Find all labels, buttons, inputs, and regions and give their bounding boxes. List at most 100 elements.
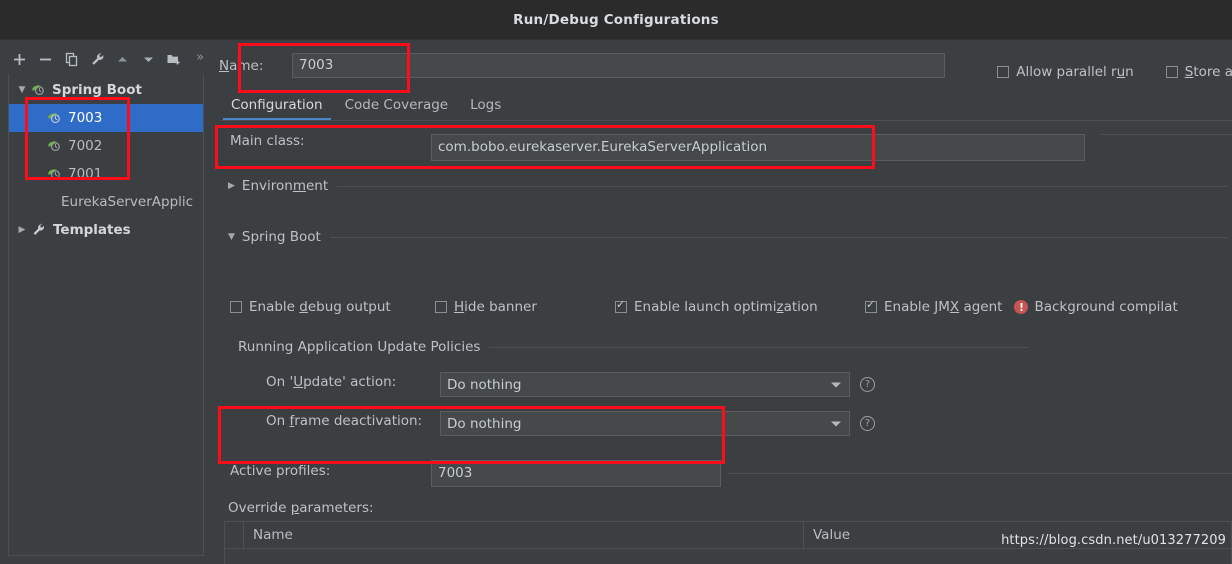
checkbox-box (230, 301, 242, 313)
dialog-title: Run/Debug Configurations (513, 12, 719, 28)
main-class-label: Main class: (230, 133, 305, 149)
active-profiles-input[interactable]: 7003 (431, 460, 721, 487)
configuration-tab-content: Main class: com.bobo.eurekaserver.Eureka… (220, 121, 1232, 564)
override-parameters-row: Override parameters: (228, 500, 374, 516)
spring-boot-icon (47, 111, 65, 125)
store-as-label: Store a (1184, 64, 1232, 80)
active-profiles-row: Active profiles: (230, 463, 330, 479)
checkbox-box (865, 298, 877, 313)
on-update-action-value: Do nothing (447, 376, 522, 393)
tree-node-7001[interactable]: 7001 (9, 160, 203, 188)
spring-boot-icon (47, 139, 65, 153)
enable-debug-output-label: Enable debug output (249, 299, 391, 315)
checkbox-box (615, 298, 627, 313)
tab-configuration[interactable]: Configuration (220, 97, 334, 120)
environment-section-header[interactable]: ▶ Environment (228, 178, 1228, 194)
tab-logs[interactable]: Logs (459, 97, 512, 120)
active-profiles-label: Active profiles: (230, 463, 331, 479)
on-frame-deactivation-value: Do nothing (447, 415, 522, 432)
tree-node-label: EurekaServerApplic (61, 194, 194, 210)
checkbox-box (1165, 66, 1178, 78)
allow-parallel-run-label: Allow parallel run (1016, 64, 1134, 80)
section-rule (329, 236, 1228, 238)
table-header-name[interactable]: Name (244, 522, 804, 548)
tree-node-templates[interactable]: ▶ Templates (9, 216, 203, 244)
move-down-icon[interactable] (137, 47, 161, 71)
on-update-action-label: On 'Update' action: (266, 374, 397, 390)
chevron-down-icon[interactable]: ▼ (15, 85, 29, 95)
tree-node-label: 7001 (68, 166, 103, 182)
tree-node-label: 7002 (68, 138, 103, 154)
hide-banner-label: Hide banner (454, 299, 537, 315)
main-class-row-filler (1100, 134, 1232, 161)
tree-node-7003[interactable]: 7003 (9, 104, 203, 132)
error-icon: ! (1014, 300, 1029, 314)
chevron-right-icon[interactable]: ▶ (228, 181, 235, 191)
wrench-icon (31, 223, 49, 237)
on-frame-deactivation-row: On frame deactivation: (266, 413, 446, 429)
configurations-tree[interactable]: ▼ Spring Boot 7003 7002 7001 EurekaServe… (8, 74, 204, 556)
spring-boot-section-header[interactable]: ▼ Spring Boot (228, 229, 1228, 245)
tree-node-label: Spring Boot (52, 82, 142, 98)
move-up-icon[interactable] (111, 47, 135, 71)
more-icon[interactable]: » (188, 47, 212, 71)
table-body: No parameters added. Add parameter (Alt+… (225, 549, 1231, 564)
chevron-right-icon[interactable]: ▶ (15, 225, 29, 235)
remove-icon[interactable] (34, 47, 58, 71)
override-parameters-label: Override parameters: (228, 500, 374, 516)
configuration-editor-panel: Name: 7003 Allow parallel run Store a Co… (212, 40, 1232, 564)
chevron-down-icon[interactable]: ▼ (228, 232, 235, 242)
spring-boot-section-label: Spring Boot (241, 229, 321, 245)
copy-icon[interactable] (60, 47, 84, 71)
environment-section-label: Environment (241, 178, 329, 194)
section-rule (489, 346, 1028, 348)
top-checkbox-group: Allow parallel run Store a (997, 64, 1232, 80)
spring-boot-icon (47, 167, 65, 181)
table-header-gutter (225, 522, 244, 548)
tree-node-eureka-server-application[interactable]: EurekaServerApplic (9, 188, 203, 216)
name-label: Name: (219, 58, 264, 74)
checkbox-box (997, 66, 1010, 78)
spring-boot-checkbox-row: Enable debug output Hide banner Enable l… (230, 298, 1178, 315)
chevron-down-icon[interactable] (831, 382, 841, 387)
wrench-icon[interactable] (85, 47, 109, 71)
on-frame-deactivation-combobox[interactable]: Do nothing (440, 411, 850, 436)
on-update-action-combobox[interactable]: Do nothing (440, 372, 850, 397)
chevron-down-icon[interactable] (831, 421, 841, 426)
help-icon[interactable]: ? (860, 377, 875, 392)
enable-jmx-agent-label: Enable JMX agent (884, 299, 1003, 315)
run-debug-configurations-dialog: Run/Debug Configurations » ▼ Spring Boot… (0, 0, 1232, 564)
enable-jmx-agent-checkbox[interactable]: Enable JMX agent (865, 298, 1003, 315)
new-folder-icon[interactable] (163, 47, 187, 71)
hide-banner-checkbox[interactable]: Hide banner (435, 299, 615, 315)
main-class-row: Main class: (230, 133, 435, 149)
configurations-toolbar: » (0, 45, 212, 73)
help-icon[interactable]: ? (860, 416, 875, 431)
background-compilation-label: Background compilat (1034, 299, 1178, 315)
enable-debug-output-checkbox[interactable]: Enable debug output (230, 299, 435, 315)
checkbox-box (435, 301, 447, 313)
tree-node-spring-boot[interactable]: ▼ Spring Boot (9, 76, 203, 104)
update-policies-section-header: Running Application Update Policies (238, 339, 1028, 355)
on-frame-deactivation-label: On frame deactivation: (266, 413, 423, 429)
dialog-titlebar: Run/Debug Configurations (0, 0, 1232, 40)
tab-code-coverage[interactable]: Code Coverage (334, 97, 460, 120)
active-profiles-rule (728, 473, 1232, 474)
enable-launch-optimization-label: Enable launch optimization (634, 299, 818, 315)
store-as-checkbox[interactable]: Store a (1165, 64, 1232, 80)
allow-parallel-run-checkbox[interactable]: Allow parallel run (997, 64, 1134, 80)
tree-node-label: 7003 (68, 110, 103, 126)
watermark: https://blog.csdn.net/u013277209 (1001, 533, 1226, 548)
tree-node-7002[interactable]: 7002 (9, 132, 203, 160)
editor-tabs[interactable]: Configuration Code Coverage Logs (220, 90, 1232, 120)
on-update-action-row: On 'Update' action: (266, 374, 446, 390)
name-row: Name: 7003 Allow parallel run Store a (212, 50, 1232, 82)
background-compilation-warning: ! Background compilat (1014, 299, 1178, 315)
enable-launch-optimization-checkbox[interactable]: Enable launch optimization (615, 298, 865, 315)
main-class-input[interactable]: com.bobo.eurekaserver.EurekaServerApplic… (431, 134, 1085, 161)
update-policies-label: Running Application Update Policies (238, 339, 481, 355)
add-icon[interactable] (8, 47, 32, 71)
name-input[interactable]: 7003 (292, 53, 945, 78)
section-rule (337, 185, 1228, 187)
configurations-left-panel: » ▼ Spring Boot 7003 7002 7001 EurekaSer… (0, 40, 212, 564)
